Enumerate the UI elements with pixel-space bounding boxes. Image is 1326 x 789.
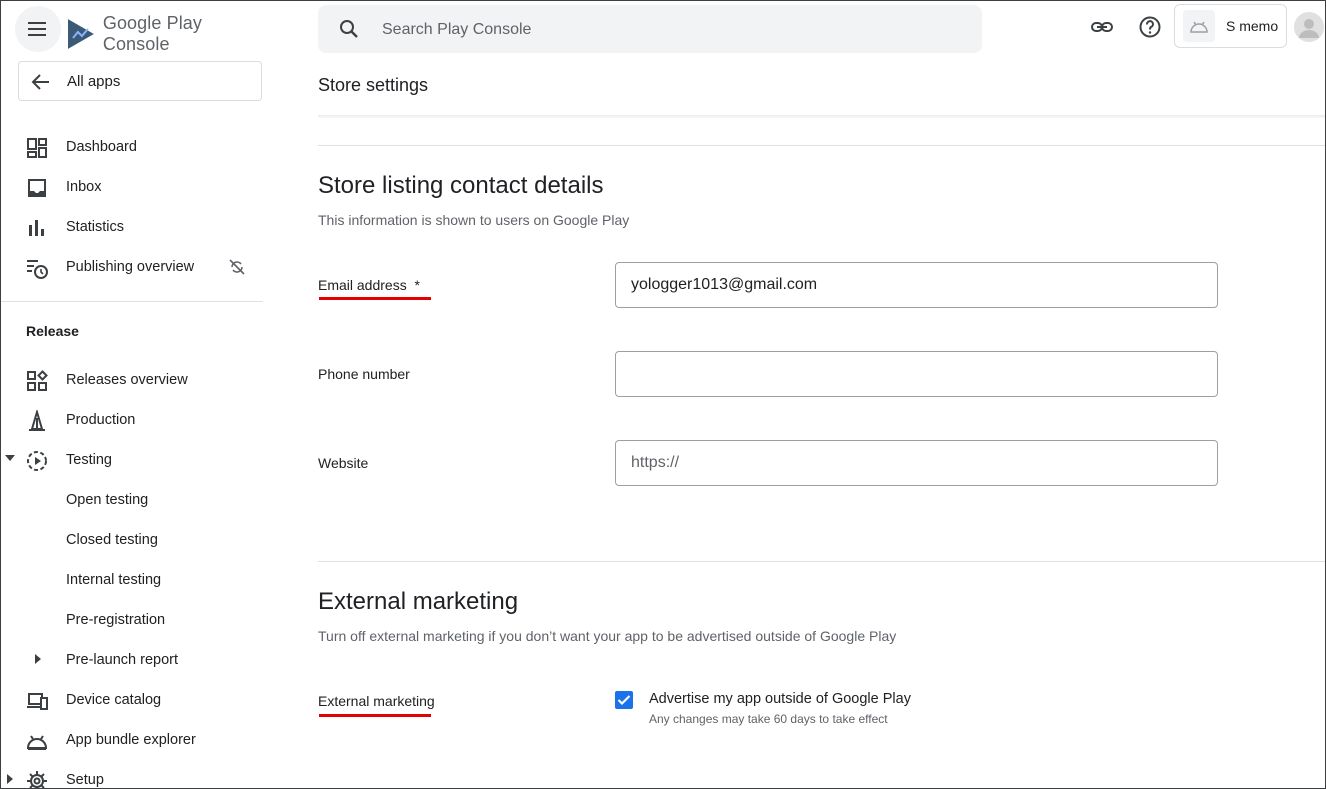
- sidebar-divider: [1, 301, 263, 302]
- sidebar-item-statistics[interactable]: Statistics: [1, 207, 263, 247]
- advertise-help-text: Any changes may take 60 days to take eff…: [649, 712, 888, 726]
- sidebar-item-device-catalog[interactable]: Device catalog: [1, 680, 263, 720]
- sidebar-item-label: Pre-registration: [66, 612, 166, 628]
- sidebar-item-label: Publishing overview: [66, 259, 195, 275]
- release-section-label: Release: [26, 323, 79, 339]
- email-field[interactable]: [615, 262, 1218, 308]
- sidebar-item-label: App bundle explorer: [66, 732, 196, 748]
- gear-icon: [27, 771, 47, 788]
- sidebar: Google Play Console All apps Dashboard I…: [1, 1, 273, 788]
- sidebar-item-pre-launch-report[interactable]: Pre-launch report: [1, 640, 263, 680]
- sidebar-item-label: Device catalog: [66, 692, 162, 708]
- sidebar-item-label: Testing: [66, 452, 112, 468]
- email-label: Email address *: [318, 277, 420, 293]
- logo-text: Google Play Console: [102, 13, 203, 54]
- sidebar-item-label: Inbox: [66, 179, 102, 195]
- advertise-checkbox[interactable]: [615, 691, 633, 709]
- app-name: S memo: [1226, 18, 1279, 34]
- external-marketing-label: External marketing: [318, 693, 435, 709]
- all-apps-button[interactable]: All apps: [18, 61, 262, 101]
- sidebar-item-label: Open testing: [66, 492, 149, 508]
- avatar[interactable]: [1294, 12, 1324, 42]
- chevron-right-icon[interactable]: [7, 774, 13, 784]
- testing-icon: [27, 451, 47, 471]
- contact-details-subtitle: This information is shown to users on Go…: [318, 212, 630, 228]
- search-bar[interactable]: [318, 5, 982, 55]
- all-apps-label: All apps: [67, 72, 121, 90]
- back-arrow-icon: [31, 74, 49, 90]
- sidebar-item-testing[interactable]: Testing: [1, 440, 263, 480]
- required-marker: *: [414, 277, 420, 293]
- search-icon: [340, 20, 358, 38]
- sidebar-item-publishing-overview[interactable]: Publishing overview: [1, 247, 263, 287]
- annotation-underline: [319, 714, 431, 717]
- section-divider: [318, 145, 1325, 146]
- statistics-icon: [29, 220, 44, 236]
- website-field[interactable]: [615, 440, 1218, 486]
- phone-label: Phone number: [318, 366, 410, 382]
- sidebar-item-label: Statistics: [66, 219, 125, 235]
- sidebar-item-internal-testing[interactable]: Internal testing: [1, 560, 263, 600]
- app-bundle-explorer-icon: [26, 735, 48, 750]
- sidebar-item-label: Releases overview: [66, 372, 188, 388]
- dashboard-icon: [27, 138, 47, 158]
- play-logo-icon: [67, 19, 94, 49]
- chevron-down-icon[interactable]: [5, 455, 15, 461]
- sidebar-item-closed-testing[interactable]: Closed testing: [1, 520, 263, 560]
- sidebar-item-releases-overview[interactable]: Releases overview: [1, 360, 263, 400]
- phone-field[interactable]: [615, 351, 1218, 397]
- checkmark-icon: [617, 695, 631, 706]
- sidebar-item-app-bundle-explorer[interactable]: App bundle explorer: [1, 720, 263, 760]
- search-input[interactable]: [380, 5, 944, 55]
- sidebar-item-production[interactable]: Production: [1, 400, 263, 440]
- sidebar-item-open-testing[interactable]: Open testing: [1, 480, 263, 520]
- releases-overview-icon: [27, 370, 48, 391]
- android-icon: [1183, 10, 1215, 42]
- sidebar-item-inbox[interactable]: Inbox: [1, 167, 263, 207]
- sidebar-item-label: Closed testing: [66, 532, 158, 548]
- annotation-underline: [319, 297, 431, 300]
- production-icon: [29, 410, 45, 431]
- external-marketing-heading: External marketing: [318, 588, 519, 615]
- sidebar-item-label: Setup: [66, 772, 104, 788]
- menu-icon[interactable]: [15, 6, 61, 52]
- website-label: Website: [318, 455, 369, 471]
- help-icon[interactable]: [1138, 15, 1162, 39]
- advertise-checkbox-label[interactable]: Advertise my app outside of Google Play: [649, 691, 911, 707]
- sidebar-item-label: Pre-launch report: [66, 652, 179, 668]
- sidebar-item-setup[interactable]: Setup: [1, 760, 263, 788]
- section-divider: [318, 561, 1325, 562]
- contact-details-heading: Store listing contact details: [318, 172, 604, 199]
- sidebar-item-label: Internal testing: [66, 572, 162, 588]
- sidebar-item-dashboard[interactable]: Dashboard: [1, 127, 263, 167]
- header-shadow: [318, 115, 1325, 118]
- device-catalog-icon: [27, 693, 48, 710]
- publishing-overview-icon: [27, 260, 48, 279]
- play-console-logo[interactable]: Google Play Console: [67, 13, 273, 55]
- sidebar-item-pre-registration[interactable]: Pre-registration: [1, 600, 263, 640]
- sync-disabled-icon[interactable]: [229, 259, 245, 275]
- sidebar-item-label: Production: [66, 412, 136, 428]
- chevron-right-icon[interactable]: [35, 654, 41, 664]
- external-marketing-subtitle: Turn off external marketing if you don’t…: [318, 628, 897, 644]
- inbox-icon: [28, 179, 46, 197]
- sidebar-item-label: Dashboard: [66, 139, 137, 155]
- app-switcher[interactable]: S memo: [1174, 4, 1287, 48]
- page-frame: Google Play Console All apps Dashboard I…: [0, 0, 1326, 789]
- page-title: Store settings: [318, 75, 429, 95]
- link-icon[interactable]: [1090, 15, 1114, 39]
